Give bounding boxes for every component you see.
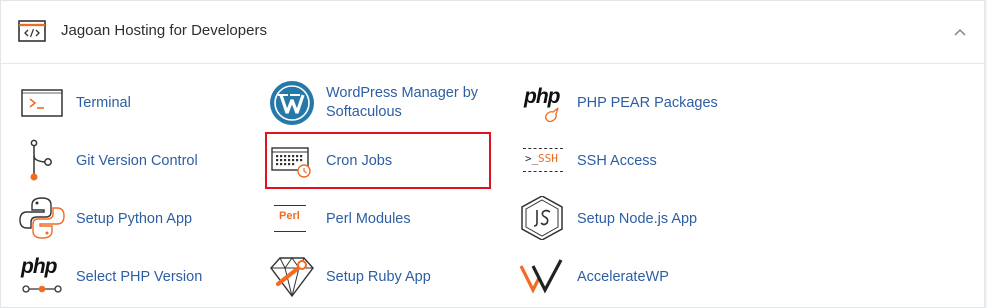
- ssh-access-item[interactable]: >_ SSH SSH Access: [519, 138, 739, 182]
- item-label: Cron Jobs: [326, 153, 393, 169]
- item-label: PHP PEAR Packages: [577, 95, 718, 111]
- cron-jobs-item[interactable]: Cron Jobs: [268, 138, 488, 182]
- perl-modules-item[interactable]: Perl Perl Modules: [268, 196, 488, 240]
- ruby-gem-icon: [270, 257, 314, 298]
- git-version-control-item[interactable]: Git Version Control: [18, 138, 238, 182]
- calendar-clock-icon: [271, 147, 311, 178]
- chevron-up-icon[interactable]: [953, 27, 967, 37]
- wordpress-icon: [270, 81, 314, 125]
- code-window-icon: [18, 20, 46, 42]
- terminal-icon: [21, 89, 63, 117]
- nodejs-icon: [521, 196, 563, 240]
- wordpress-manager-item[interactable]: WordPress Manager by Softaculous: [268, 79, 498, 127]
- git-branch-icon: [30, 139, 52, 181]
- item-label-line1: WordPress Manager by: [326, 85, 479, 101]
- item-label: Perl Modules: [326, 211, 411, 227]
- item-label: Setup Ruby App: [326, 269, 431, 285]
- setup-python-app-item[interactable]: Setup Python App: [18, 196, 238, 240]
- php-pear-icon: php: [519, 81, 567, 125]
- item-label: Git Version Control: [76, 153, 198, 169]
- acceleratewp-item[interactable]: AccelerateWP: [519, 254, 739, 298]
- panel-header[interactable]: Jagoan Hosting for Developers: [1, 1, 986, 64]
- ssh-terminal-icon: >_ SSH: [519, 138, 567, 182]
- item-label: Terminal: [76, 95, 131, 111]
- select-php-version-item[interactable]: php Select PHP Version: [18, 254, 238, 298]
- python-icon: [19, 197, 65, 239]
- php-pear-item[interactable]: php PHP PEAR Packages: [519, 81, 739, 125]
- item-label: Select PHP Version: [76, 269, 203, 285]
- item-label: SSH Access: [577, 153, 657, 169]
- item-label-line2: Softaculous: [326, 104, 402, 120]
- terminal-item[interactable]: Terminal: [18, 81, 238, 125]
- perl-icon: Perl: [268, 196, 316, 240]
- item-label: Setup Node.js App: [577, 211, 698, 227]
- developer-tools-panel: Jagoan Hosting for Developers Terminal W…: [0, 0, 986, 308]
- section-title: Jagoan Hosting for Developers: [61, 22, 267, 39]
- setup-ruby-app-item[interactable]: Setup Ruby App: [268, 254, 488, 298]
- item-label: AccelerateWP: [577, 269, 669, 285]
- item-label: Setup Python App: [76, 211, 193, 227]
- setup-nodejs-app-item[interactable]: Setup Node.js App: [519, 196, 739, 240]
- acceleratewp-icon: [519, 259, 563, 294]
- php-version-icon: php: [18, 254, 66, 298]
